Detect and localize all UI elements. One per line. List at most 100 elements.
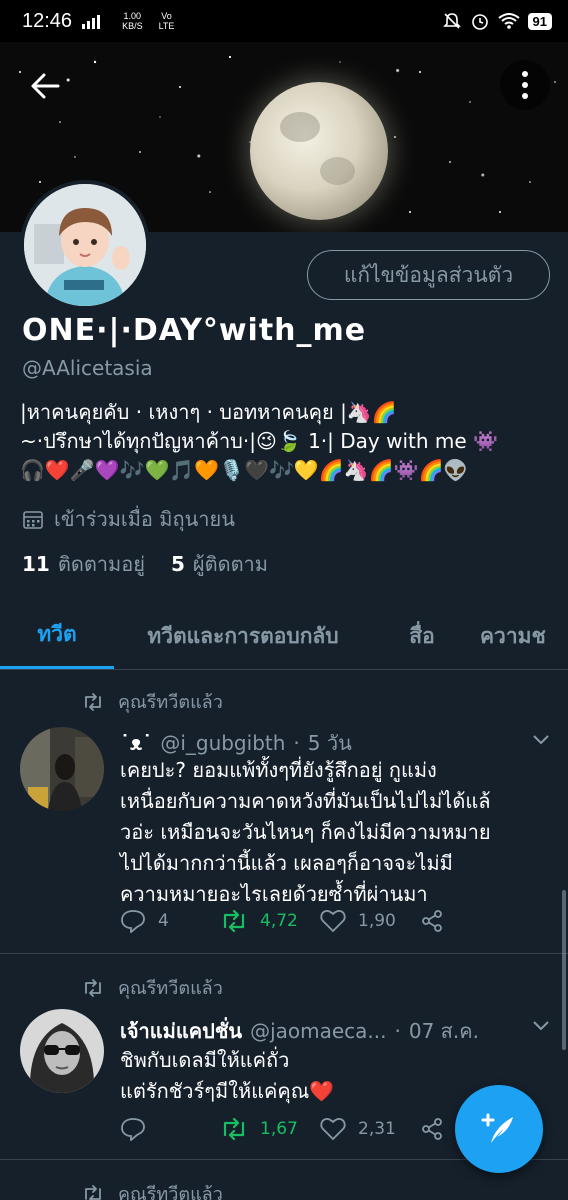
chevron-down-icon bbox=[533, 735, 549, 745]
retweet-label: คุณรีทวีตแล้ว bbox=[118, 978, 223, 999]
tweet-text-line: ความหมายอะไรเลยด้วยซ้ำที่ผ่านมา bbox=[120, 882, 428, 906]
bio-line: |หาคนคุยคับ · เหงาๆ · บอทหาคนคุย |🦄🌈 bbox=[20, 400, 397, 424]
share-icon bbox=[422, 1118, 442, 1140]
moon-image bbox=[250, 82, 388, 220]
retweet-count: 1,67 bbox=[260, 1119, 298, 1139]
tweet-avatar-photo bbox=[20, 727, 104, 811]
tweet-author-handle[interactable]: @i_gubgibth bbox=[160, 731, 285, 755]
retweet-label: คุณรีทวีตแล้ว bbox=[118, 1184, 223, 1200]
back-button[interactable] bbox=[18, 68, 72, 104]
tweet-avatar[interactable] bbox=[20, 727, 104, 811]
tweet-text-line: เหนื่อยกับความคาดหวังที่มันเป็นไปไม่ได้แ… bbox=[120, 789, 491, 813]
like-count: 1,90 bbox=[358, 911, 396, 931]
status-icons: 1.00 KB/S Vo LTE bbox=[80, 11, 174, 31]
like-button[interactable]: 2,31 bbox=[320, 1117, 420, 1141]
tweet-author-name[interactable]: ˙ᴥ˙ bbox=[120, 731, 152, 756]
tweet-text-line: ไปได้มากกว่านี้แล้ว เผลอๆก็อาจจะไม่มี bbox=[120, 851, 453, 875]
share-button[interactable] bbox=[420, 1117, 444, 1141]
retweet-indicator: คุณรีทวีตแล้ว bbox=[82, 973, 223, 1002]
vo-label: Vo bbox=[161, 11, 172, 21]
like-count: 2,31 bbox=[358, 1119, 396, 1139]
alarm-icon bbox=[471, 14, 488, 30]
profile-avatar[interactable] bbox=[20, 180, 150, 310]
scrollbar[interactable] bbox=[562, 890, 566, 1050]
retweet-icon bbox=[223, 910, 245, 932]
tweet-author-name[interactable]: เจ้าแม่แคปชั่น bbox=[120, 1015, 242, 1047]
status-bar: 12:46 1.00 KB/S Vo LTE 91 bbox=[0, 0, 568, 42]
heart-icon bbox=[320, 1118, 346, 1141]
display-name: ONE·|·DAY°with_me bbox=[22, 313, 367, 348]
reply-icon bbox=[121, 1118, 145, 1141]
reply-count: 4 bbox=[158, 911, 169, 931]
network-speed: 1.00 KB/S bbox=[122, 11, 143, 31]
tweet-avatar[interactable] bbox=[20, 1009, 104, 1093]
bio-line: 🎧❤️🎤💜🎶💚🎵🧡🎙️🖤🎶💛🌈🦄🌈👾🌈👽 bbox=[20, 458, 469, 482]
compose-feather-icon bbox=[481, 1113, 513, 1143]
tweet-menu-button[interactable] bbox=[532, 1017, 550, 1036]
separator-dot: · bbox=[293, 731, 300, 755]
net-speed-value: 1.00 bbox=[123, 11, 142, 21]
profile-tabs: ทวีต ทวีตและการตอบกลับ สื่อ ความช bbox=[0, 602, 568, 670]
compose-tweet-button[interactable] bbox=[455, 1085, 543, 1173]
retweet-icon bbox=[223, 1118, 245, 1140]
share-icon bbox=[422, 910, 442, 932]
tab-tweets-replies[interactable]: ทวีตและการตอบกลับ bbox=[114, 602, 372, 669]
retweet-button[interactable]: 4,72 bbox=[220, 910, 320, 932]
more-options-button[interactable] bbox=[500, 60, 550, 110]
like-button[interactable]: 1,90 bbox=[320, 909, 420, 933]
tab-likes[interactable]: ความช bbox=[472, 602, 568, 669]
wifi-icon bbox=[497, 13, 520, 29]
tweet-time: 07 ส.ค. bbox=[408, 1019, 479, 1043]
edit-profile-button[interactable]: แก้ไขข้อมูลส่วนตัว bbox=[307, 250, 550, 300]
follow-stats: 11 ติดตามอยู่ 5 ผู้ติดตาม bbox=[22, 548, 268, 580]
joined-text: เข้าร่วมเมื่อ มิถุนายน bbox=[54, 507, 235, 531]
retweet-icon bbox=[85, 978, 101, 997]
retweet-indicator: คุณรีทวีตแล้ว bbox=[82, 1179, 223, 1200]
retweet-label: คุณรีทวีตแล้ว bbox=[118, 692, 223, 713]
profile-bio: |หาคนคุยคับ · เหงาๆ · บอทหาคนคุย |🦄🌈 ~·ป… bbox=[20, 398, 560, 485]
mute-bell-icon bbox=[442, 13, 461, 29]
retweet-button[interactable]: 1,67 bbox=[220, 1118, 320, 1140]
net-speed-unit: KB/S bbox=[122, 21, 143, 31]
calendar-icon bbox=[23, 511, 43, 529]
volte-indicator: Vo LTE bbox=[159, 11, 175, 31]
tweet-item[interactable]: คุณรีทวีตแล้ว ˙ᴥ˙ @i_gubgibth · 5 วัน เค… bbox=[0, 671, 568, 954]
reply-button[interactable] bbox=[120, 1117, 220, 1141]
tab-media[interactable]: สื่อ bbox=[372, 602, 472, 669]
tweet-header: เจ้าแม่แคปชั่น @jaomaeca... · 07 ส.ค. bbox=[120, 1015, 479, 1047]
reply-button[interactable]: 4 bbox=[120, 909, 220, 933]
retweet-icon bbox=[85, 692, 101, 711]
signal-icon bbox=[82, 15, 101, 29]
kebab-menu-icon bbox=[522, 71, 528, 99]
heart-icon bbox=[320, 910, 346, 933]
status-right: 91 bbox=[442, 11, 552, 31]
followers-count: 5 bbox=[170, 552, 185, 576]
joined-date: เข้าร่วมเมื่อ มิถุนายน bbox=[22, 503, 235, 535]
tweet-text-line: เคยปะ? ยอมแพ้ทั้งๆที่ยังรู้สึกอยู่ กูแม่… bbox=[120, 758, 437, 782]
chevron-down-icon bbox=[533, 1021, 549, 1031]
retweet-icon bbox=[85, 1184, 101, 1200]
lte-label: LTE bbox=[158, 21, 175, 31]
tweet-author-handle[interactable]: @jaomaeca... bbox=[250, 1019, 386, 1043]
following-label: ติดตามอยู่ bbox=[57, 552, 145, 576]
tweet-text-line: วอ่ะ เหมือนจะวันไหนๆ ก็คงไม่มีความหมาย bbox=[120, 820, 491, 844]
retweet-count: 4,72 bbox=[260, 911, 298, 931]
reply-icon bbox=[121, 910, 145, 933]
retweet-indicator: คุณรีทวีตแล้ว bbox=[82, 687, 223, 716]
battery-level: 91 bbox=[527, 12, 552, 30]
arrow-left-icon bbox=[31, 73, 60, 99]
status-time: 12:46 bbox=[22, 9, 73, 32]
followers-label: ผู้ติดตาม bbox=[192, 552, 268, 576]
following-count: 11 bbox=[22, 552, 50, 576]
tweet-text-line: ชิพกับเดลมีให้แค่ถั่ว bbox=[120, 1048, 290, 1072]
following-link[interactable]: 11 ติดตามอยู่ bbox=[22, 548, 145, 580]
followers-link[interactable]: 5 ผู้ติดตาม bbox=[171, 548, 268, 580]
profile-handle: @AAlicetasia bbox=[22, 356, 153, 380]
separator-dot: · bbox=[394, 1019, 401, 1043]
tweet-avatar-photo bbox=[20, 1009, 104, 1093]
share-button[interactable] bbox=[420, 909, 444, 933]
tweet-text: เคยปะ? ยอมแพ้ทั้งๆที่ยังรู้สึกอยู่ กูแม่… bbox=[120, 755, 550, 910]
tab-tweets[interactable]: ทวีต bbox=[0, 602, 114, 669]
avatar-illustration bbox=[24, 184, 146, 306]
tweet-menu-button[interactable] bbox=[532, 731, 550, 750]
